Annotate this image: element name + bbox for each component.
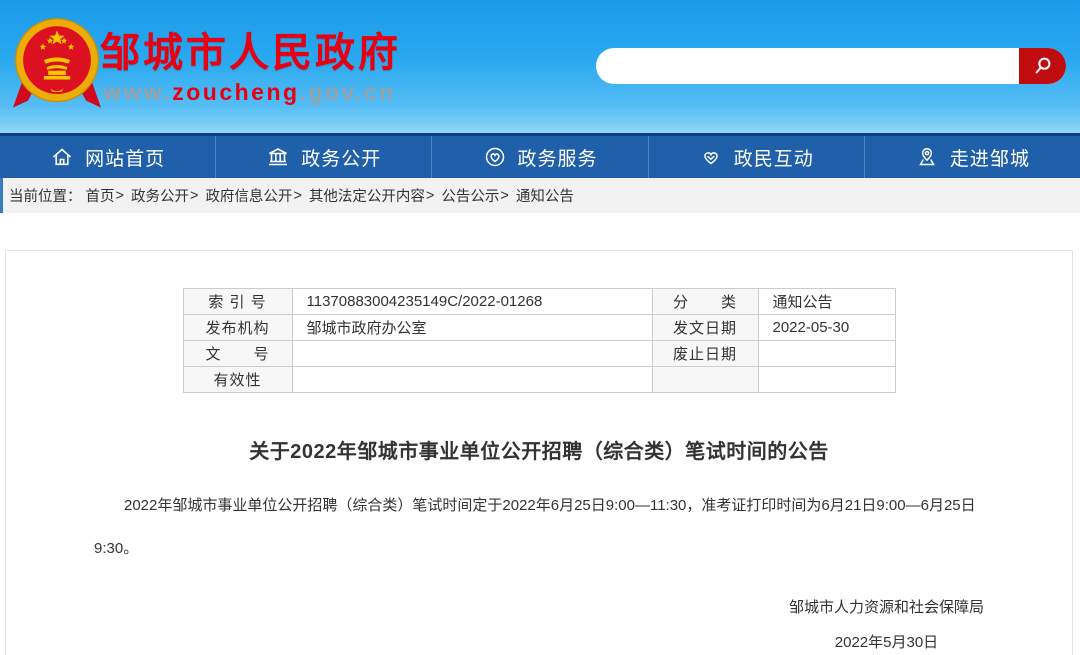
nav-item-interaction[interactable]: 政民互动 bbox=[649, 136, 865, 178]
meta-value-repeal-date bbox=[758, 341, 895, 367]
breadcrumb-prefix: 当前位置： bbox=[9, 185, 82, 206]
meta-label-category: 分 类 bbox=[652, 289, 758, 315]
site-header: 邹城市人民政府 www.zoucheng.gov.cn bbox=[0, 0, 1080, 133]
nav-item-label: 政务服务 bbox=[518, 144, 598, 171]
nav-item-label: 网站首页 bbox=[85, 144, 165, 171]
site-url-prefix: www. bbox=[103, 79, 172, 105]
breadcrumb-separator: > bbox=[426, 188, 434, 204]
service-heart-icon bbox=[483, 145, 507, 169]
nav-item-label: 政务公开 bbox=[301, 144, 381, 171]
nav-item-about-zoucheng[interactable]: 走进邹城 bbox=[865, 136, 1080, 178]
breadcrumb-separator: > bbox=[500, 188, 508, 204]
nav-item-gov-services[interactable]: 政务服务 bbox=[432, 136, 648, 178]
meta-value-validity bbox=[292, 367, 652, 393]
meta-label-index-number: 索 引 号 bbox=[183, 289, 292, 315]
breadcrumb-item-gov-info[interactable]: 政府信息公开 bbox=[205, 185, 292, 206]
breadcrumb: 当前位置： 首页> 政务公开> 政府信息公开> 其他法定公开内容> 公告公示> … bbox=[0, 178, 1080, 213]
government-building-icon bbox=[266, 145, 290, 169]
nav-item-label: 走进邹城 bbox=[950, 144, 1030, 171]
meta-label-repeal-date: 废止日期 bbox=[652, 341, 758, 367]
meta-value-category: 通知公告 bbox=[758, 289, 895, 315]
breadcrumb-separator: > bbox=[190, 188, 198, 204]
nav-item-label: 政民互动 bbox=[734, 144, 814, 171]
meta-label-publish-date: 发文日期 bbox=[652, 315, 758, 341]
meta-value-publish-date: 2022-05-30 bbox=[758, 315, 895, 341]
national-emblem-logo bbox=[13, 13, 101, 117]
breadcrumb-separator: > bbox=[293, 188, 301, 204]
search-bar bbox=[596, 48, 1066, 84]
article-body: 2022年邹城市事业单位公开招聘（综合类）笔试时间定于2022年6月25日9:0… bbox=[94, 484, 984, 570]
breadcrumb-item-announcements[interactable]: 公告公示 bbox=[441, 185, 499, 206]
issue-date: 2022年5月30日 bbox=[789, 625, 984, 655]
handshake-heart-icon bbox=[699, 145, 723, 169]
site-url-domain: zoucheng bbox=[172, 79, 299, 105]
meta-row-doc-number: 文 号 废止日期 bbox=[183, 341, 895, 367]
site-url: www.zoucheng.gov.cn bbox=[103, 79, 401, 106]
meta-value-doc-number bbox=[292, 341, 652, 367]
search-input[interactable] bbox=[596, 48, 1010, 84]
home-icon bbox=[50, 145, 74, 169]
breadcrumb-item-notices[interactable]: 通知公告 bbox=[516, 185, 574, 206]
page: 邹城市人民政府 www.zoucheng.gov.cn 网站首页 bbox=[0, 0, 1080, 213]
site-brand: 邹城市人民政府 www.zoucheng.gov.cn bbox=[100, 30, 401, 106]
breadcrumb-item-gov-disclosure[interactable]: 政务公开 bbox=[131, 185, 189, 206]
meta-label-publisher: 发布机构 bbox=[183, 315, 292, 341]
nav-item-home[interactable]: 网站首页 bbox=[0, 136, 216, 178]
meta-row-validity: 有效性 bbox=[183, 367, 895, 393]
site-url-suffix: .gov.cn bbox=[300, 79, 396, 105]
meta-row-publisher: 发布机构 邹城市政府办公室 发文日期 2022-05-30 bbox=[183, 315, 895, 341]
content-panel: 索 引 号 11370883004235149C/2022-01268 分 类 … bbox=[5, 250, 1073, 655]
meta-value-index-number: 11370883004235149C/2022-01268 bbox=[292, 289, 652, 315]
document-meta-table: 索 引 号 11370883004235149C/2022-01268 分 类 … bbox=[183, 288, 896, 393]
meta-row-index: 索 引 号 11370883004235149C/2022-01268 分 类 … bbox=[183, 289, 895, 315]
meta-value-publisher: 邹城市政府办公室 bbox=[292, 315, 652, 341]
nav-item-gov-disclosure[interactable]: 政务公开 bbox=[216, 136, 432, 178]
map-pin-icon bbox=[915, 145, 939, 169]
meta-label-doc-number: 文 号 bbox=[183, 341, 292, 367]
meta-label-empty bbox=[652, 367, 758, 393]
site-title: 邹城市人民政府 bbox=[100, 30, 401, 76]
breadcrumb-separator: > bbox=[116, 188, 124, 204]
main-nav: 网站首页 政务公开 政务服务 政民互动 bbox=[0, 133, 1080, 178]
meta-value-empty bbox=[758, 367, 895, 393]
breadcrumb-item-other-statutory[interactable]: 其他法定公开内容 bbox=[309, 185, 425, 206]
issuing-authority: 邹城市人力资源和社会保障局 bbox=[789, 590, 984, 625]
search-icon bbox=[1032, 55, 1054, 77]
search-button[interactable] bbox=[1019, 48, 1066, 84]
breadcrumb-item-home[interactable]: 首页 bbox=[86, 185, 115, 206]
meta-label-validity: 有效性 bbox=[183, 367, 292, 393]
article-title: 关于2022年邹城市事业单位公开招聘（综合类）笔试时间的公告 bbox=[6, 435, 1072, 464]
article-signoff: 邹城市人力资源和社会保障局 2022年5月30日 bbox=[789, 590, 984, 655]
